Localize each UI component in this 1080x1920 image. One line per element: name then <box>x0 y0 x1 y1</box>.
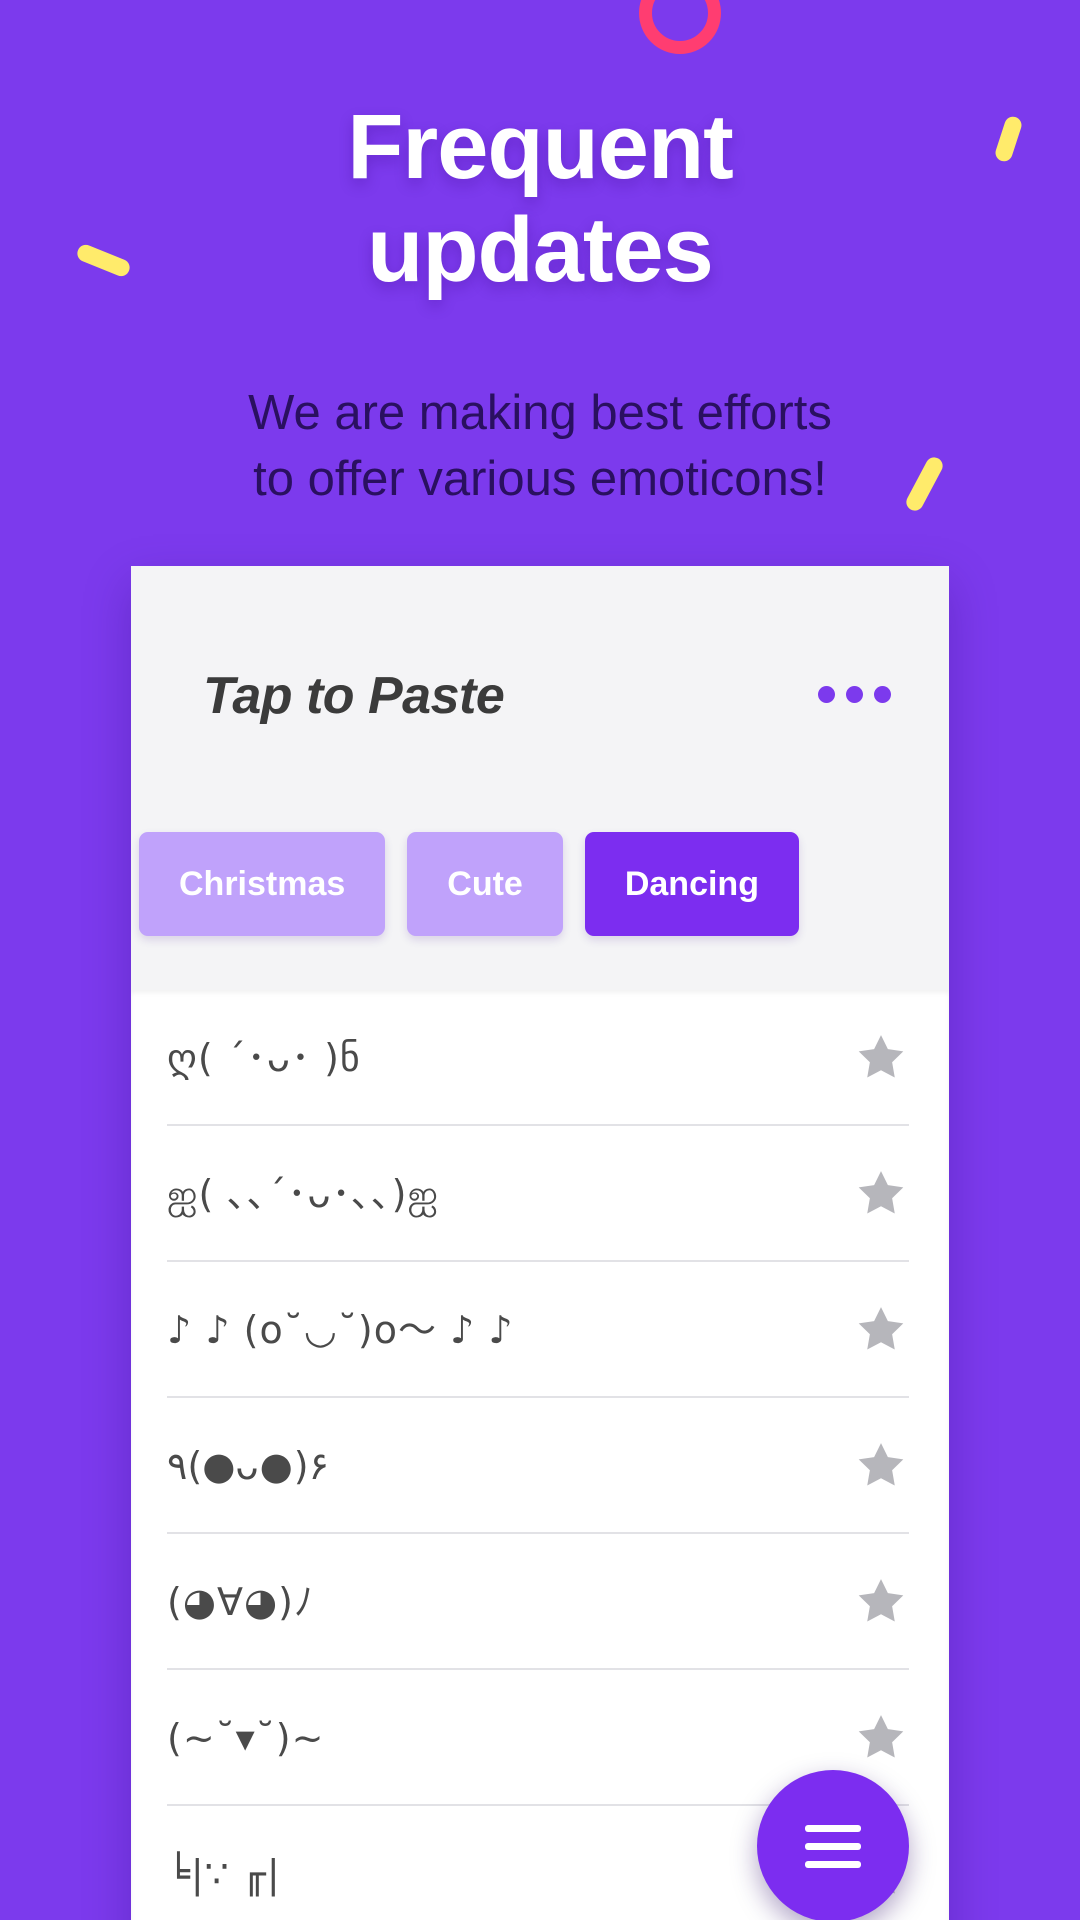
star-icon[interactable] <box>853 1710 909 1766</box>
emoticon-text: (◕∀◕)ﾉ <box>167 1580 314 1624</box>
favorite-star-button[interactable] <box>853 1574 909 1630</box>
star-icon[interactable] <box>853 1302 909 1358</box>
star-icon[interactable] <box>853 1030 909 1086</box>
hamburger-bar <box>805 1842 861 1850</box>
more-dot <box>874 686 891 703</box>
promo-hero: Frequent updates We are making best effo… <box>0 96 1080 512</box>
hamburger-menu-fab[interactable] <box>757 1770 909 1920</box>
emoticon-text: ٩(●ᴗ●)۶ <box>167 1444 330 1488</box>
star-icon[interactable] <box>853 1438 909 1494</box>
emoticon-row[interactable]: (◕∀◕)ﾉ <box>131 1534 949 1670</box>
emoticon-row[interactable]: ٩(●ᴗ●)۶ <box>131 1398 949 1534</box>
emoticon-row[interactable]: ♪ ♪ (o˘◡˘)o〜 ♪ ♪ <box>131 1262 949 1398</box>
category-chip-dancing[interactable]: Dancing <box>584 832 799 936</box>
star-icon[interactable] <box>853 1574 909 1630</box>
emoticon-text: ஐ( ､､´･ᴗ･､､)ஐ <box>167 1172 439 1216</box>
hamburger-bar <box>805 1824 861 1832</box>
emoticon-text: ♪ ♪ (o˘◡˘)o〜 ♪ ♪ <box>167 1308 514 1352</box>
favorite-star-button[interactable] <box>853 1302 909 1358</box>
emoticon-text: ╘|∵ ╓| <box>167 1852 281 1896</box>
more-horizontal-icon[interactable] <box>818 686 891 703</box>
star-icon[interactable] <box>853 1166 909 1222</box>
favorite-star-button[interactable] <box>853 1438 909 1494</box>
emoticon-row[interactable]: ஐ( ､､´･ᴗ･､､)ஐ <box>131 1126 949 1262</box>
app-header: Tap to Paste <box>131 566 949 804</box>
emoticon-row[interactable]: ღ( ´･ᴗ･ )ნ <box>131 990 949 1126</box>
app-title: Tap to Paste <box>203 667 505 725</box>
emoticon-text: (~˘▾˘)~ <box>167 1716 325 1760</box>
category-chip-cute[interactable]: Cute <box>407 832 563 936</box>
promo-subtitle: We are making best efforts to offer vari… <box>248 386 832 507</box>
category-chip-track: Christmas Cute Dancing <box>131 832 799 936</box>
hamburger-bar <box>805 1860 861 1868</box>
emoticon-text: ღ( ´･ᴗ･ )ნ <box>167 1036 361 1080</box>
favorite-star-button[interactable] <box>853 1030 909 1086</box>
category-chip-christmas[interactable]: Christmas <box>139 832 386 936</box>
more-dot <box>846 686 863 703</box>
category-tab-strip[interactable]: Christmas Cute Dancing <box>131 804 949 990</box>
favorite-star-button[interactable] <box>853 1166 909 1222</box>
promo-title: Frequent updates <box>347 96 734 302</box>
favorite-star-button[interactable] <box>853 1710 909 1766</box>
app-screenshot-card: Tap to Paste Christmas Cute Dancing ღ( ´･ᴗ… <box>131 566 949 1920</box>
more-dot <box>818 686 835 703</box>
